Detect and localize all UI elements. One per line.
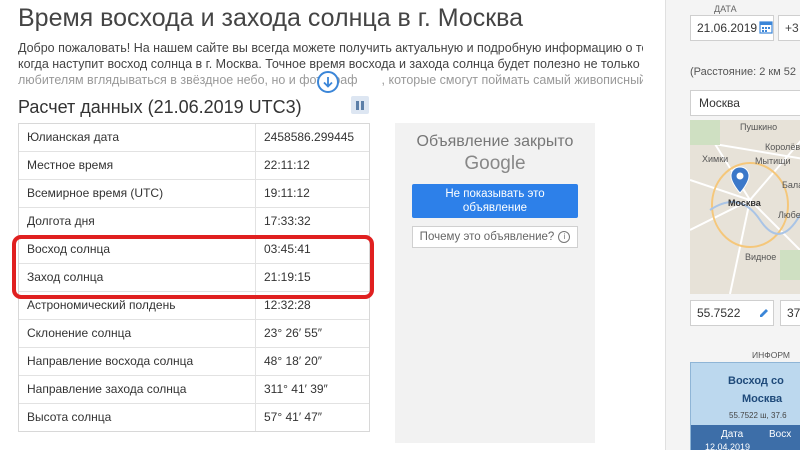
ad-closed-text: Объявление закрыто <box>416 133 574 150</box>
row-value: 2458586.299445 <box>264 130 355 144</box>
map-pin-icon <box>730 166 750 194</box>
table-row: Долгота дня 17:33:32 <box>19 208 369 236</box>
table-row: Юлианская дата 2458586.299445 <box>19 124 369 152</box>
row-value: 23° 26′ 55″ <box>264 326 323 340</box>
map-label: Мытищи <box>755 156 791 166</box>
widget-city: Москва <box>742 393 783 405</box>
calendar-icon[interactable] <box>759 20 773 34</box>
why-ad-label: Почему это объявление? <box>419 231 555 243</box>
map-label: Москва <box>728 198 761 208</box>
sunrise-sunset-highlight <box>12 235 374 299</box>
intro-line-1: Добро пожаловать! На нашем сайте вы всег… <box>18 41 643 55</box>
map-label: Королёв <box>765 142 800 152</box>
info-widget-title: ИНФОРМ <box>752 350 790 360</box>
table-row: Направление восхода солнца 48° 18′ 20″ <box>19 348 369 376</box>
why-ad-button[interactable]: Почему это объявление? i <box>412 226 578 248</box>
widget-col-date: Дата <box>721 429 744 440</box>
map-label: Видное <box>745 252 777 262</box>
row-label: Всемирное время (UTC) <box>19 180 256 207</box>
table-row: Местное время 22:11:12 <box>19 152 369 180</box>
row-label: Направление восхода солнца <box>19 348 256 375</box>
intro-line-3a: любителям вглядываться в звёздное небо, … <box>18 73 358 87</box>
row-value: 17:33:32 <box>264 214 311 228</box>
row-value: 22:11:12 <box>264 158 310 172</box>
table-row: Всемирное время (UTC) 19:11:12 <box>19 180 369 208</box>
google-logo: Google <box>464 153 526 174</box>
row-label: Юлианская дата <box>19 124 256 151</box>
map-label: Балаш <box>782 180 800 190</box>
row-label: Местное время <box>19 152 256 179</box>
table-row: Направление захода солнца 311° 41′ 39″ <box>19 376 369 404</box>
info-icon: i <box>558 231 571 243</box>
timezone-button[interactable]: +3 <box>778 15 800 41</box>
date-label: ДАТА <box>714 4 737 14</box>
city-map[interactable]: Пушкино Королёв Мытищи Химки Москва Бала… <box>690 120 800 294</box>
table-row: Склонение солнца 23° 26′ 55″ <box>19 320 369 348</box>
widget-table-header: Дата Восх 12.04.2019 <box>691 425 800 450</box>
city-select[interactable]: Москва <box>690 90 800 116</box>
arrow-down-icon <box>323 77 333 88</box>
row-label: Направление захода солнца <box>19 376 256 403</box>
widget-coords: 55.7522 ш, 37.6 <box>729 411 787 420</box>
row-value: 311° 41′ 39″ <box>264 382 328 396</box>
row-label: Долгота дня <box>19 208 256 235</box>
main-content: Время восхода и захода солнца в г. Москв… <box>0 0 665 450</box>
map-label: Химки <box>702 154 729 164</box>
longitude-input[interactable]: 37 <box>780 300 800 326</box>
expand-text-button[interactable] <box>317 71 339 93</box>
intro-line-3b: , которые смогут поймать самый живописны… <box>381 73 643 87</box>
map-label: Пушкино <box>740 122 778 132</box>
sidebar: ДАТА 21.06.2019 +3 (Расстояние: 2 км 52 … <box>665 0 800 450</box>
row-value: 48° 18′ 20″ <box>264 354 323 368</box>
pause-button[interactable] <box>351 96 369 114</box>
row-label: Высота солнца <box>19 404 256 431</box>
widget-col-sunrise: Восх <box>769 429 792 440</box>
section-title: Расчет данных (21.06.2019 UTC3) <box>18 97 302 117</box>
widget-date: 12.04.2019 <box>705 442 751 450</box>
distance-text: (Расстояние: 2 км 52 <box>690 66 797 78</box>
widget-title: Восход со <box>728 375 784 387</box>
pencil-icon[interactable] <box>758 307 770 319</box>
table-row: Высота солнца 57° 41′ 47″ <box>19 404 369 431</box>
row-value: 57° 41′ 47″ <box>264 410 323 424</box>
pause-icon <box>356 100 359 110</box>
row-label: Склонение солнца <box>19 320 256 347</box>
row-value: 19:11:12 <box>264 186 310 200</box>
intro-line-2: когда наступит восход солнца в г. Москва… <box>18 57 640 71</box>
info-widget: Восход со Москва 55.7522 ш, 37.6 Дата Во… <box>690 362 800 450</box>
ad-block: Объявление закрыто Google Не показывать … <box>395 123 595 443</box>
page-title: Время восхода и захода солнца в г. Москв… <box>18 4 524 32</box>
hide-ad-button[interactable]: Не показывать это объявление <box>412 184 578 218</box>
map-label: Люберцы <box>778 210 800 220</box>
